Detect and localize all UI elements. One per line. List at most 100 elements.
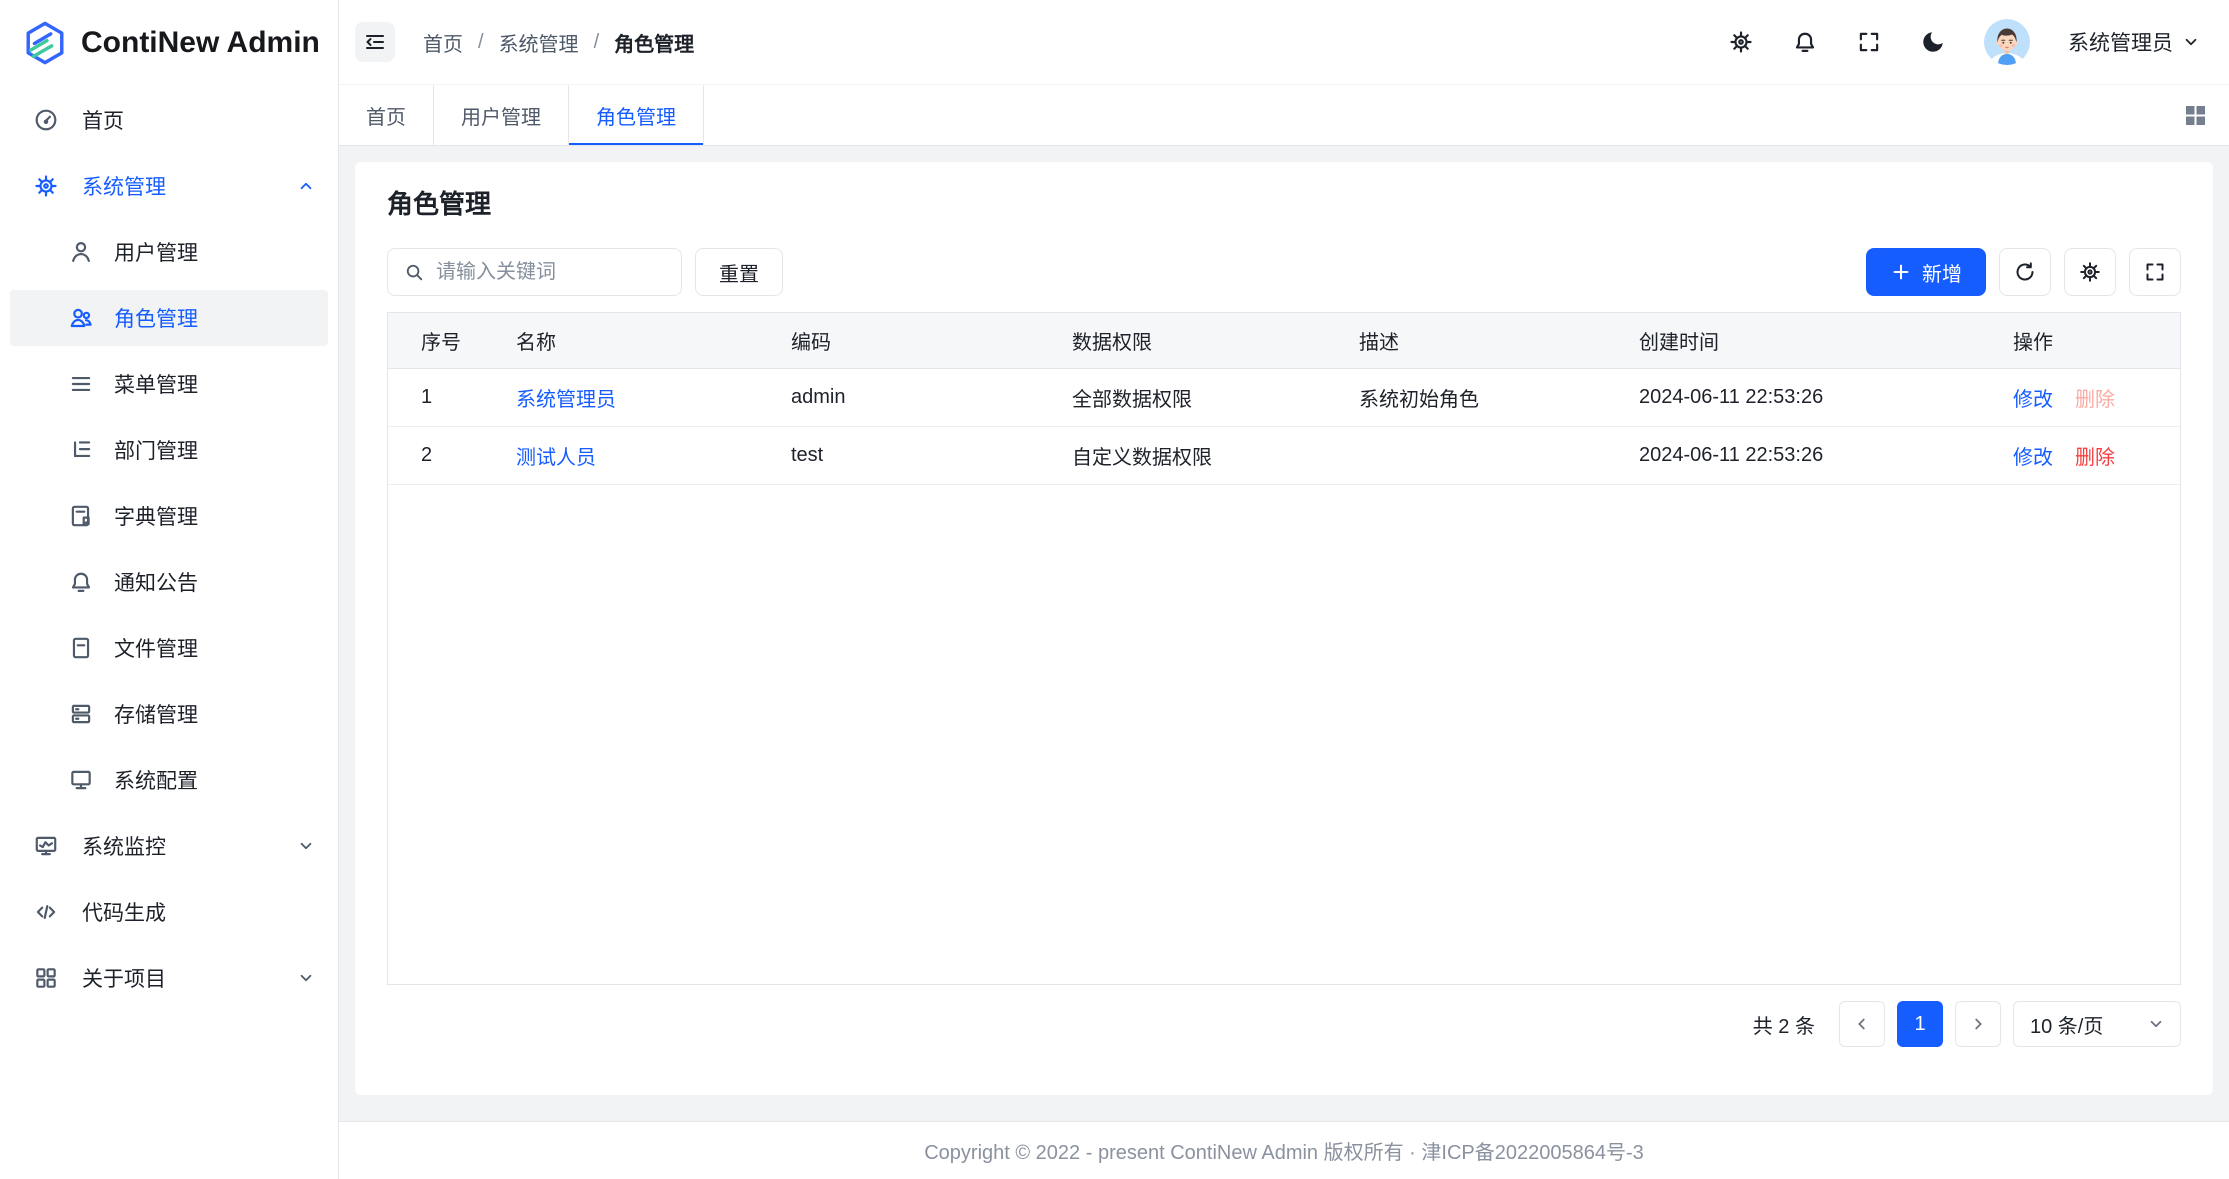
gear-icon	[2078, 260, 2102, 284]
tab-label: 首页	[366, 101, 406, 130]
tab-label: 用户管理	[461, 101, 541, 130]
tab-role-management[interactable]: 角色管理	[569, 85, 704, 145]
grid-icon	[33, 965, 59, 991]
sidebar-item-notice[interactable]: 通知公告	[10, 554, 328, 610]
breadcrumb-home[interactable]: 首页	[423, 28, 463, 57]
delete-link[interactable]: 删除	[2075, 441, 2115, 470]
search-input[interactable]	[436, 261, 666, 284]
next-page-button[interactable]	[1955, 1001, 2001, 1047]
column-header-code: 编码	[773, 313, 1054, 368]
monitor-icon	[68, 767, 94, 793]
dark-mode-moon-icon[interactable]	[1920, 29, 1946, 55]
page-number-button[interactable]: 1	[1897, 1001, 1943, 1047]
sidebar: ContiNew Admin 首页 系统管理	[0, 0, 339, 1179]
sidebar-collapse-button[interactable]	[355, 22, 395, 62]
cell-created: 2024-06-11 22:53:26	[1621, 368, 1995, 426]
role-name-link[interactable]: 系统管理员	[516, 389, 616, 411]
gear-icon	[33, 173, 59, 199]
topbar-actions: 系统管理员	[1728, 19, 2199, 65]
tab-home[interactable]: 首页	[339, 85, 434, 145]
sidebar-item-label: 系统配置	[114, 765, 314, 795]
footer: Copyright © 2022 - present ContiNew Admi…	[339, 1121, 2229, 1179]
page-title: 角色管理	[387, 188, 2181, 220]
table-fullscreen-button[interactable]	[2129, 248, 2181, 296]
refresh-button[interactable]	[1999, 248, 2051, 296]
breadcrumb-system-management[interactable]: 系统管理	[499, 28, 579, 57]
storage-icon	[68, 701, 94, 727]
breadcrumb-current: 角色管理	[614, 28, 694, 57]
column-header-created: 创建时间	[1621, 313, 1995, 368]
sidebar-item-system-management[interactable]: 系统管理	[10, 158, 328, 214]
chevron-down-icon	[2148, 1016, 2164, 1032]
sidebar-item-dept-management[interactable]: 部门管理	[10, 422, 328, 478]
chevron-left-icon	[1854, 1016, 1870, 1032]
sidebar-item-label: 部门管理	[114, 435, 314, 465]
sidebar-item-storage-management[interactable]: 存储管理	[10, 686, 328, 742]
notifications-bell-icon[interactable]	[1792, 29, 1818, 55]
cell-index: 2	[388, 426, 498, 484]
chevron-down-icon	[298, 838, 314, 854]
sidebar-menu: 首页 系统管理 用户管理	[0, 85, 338, 1006]
cell-index: 1	[388, 368, 498, 426]
sidebar-item-label: 文件管理	[114, 633, 314, 663]
dictionary-icon	[68, 503, 94, 529]
edit-link[interactable]: 修改	[2013, 441, 2053, 470]
column-settings-button[interactable]	[2064, 248, 2116, 296]
settings-icon[interactable]	[1728, 29, 1754, 55]
prev-page-button[interactable]	[1839, 1001, 1885, 1047]
sidebar-item-label: 代码生成	[82, 897, 314, 927]
column-header-name: 名称	[498, 313, 773, 368]
sidebar-item-about-project[interactable]: 关于项目	[10, 950, 328, 1006]
sidebar-item-system-config[interactable]: 系统配置	[10, 752, 328, 808]
chevron-right-icon	[1970, 1016, 1986, 1032]
sidebar-item-home[interactable]: 首页	[10, 92, 328, 148]
role-management-card: 角色管理 重置 新增	[355, 162, 2213, 1095]
column-header-scope: 数据权限	[1054, 313, 1341, 368]
sidebar-item-label: 系统管理	[82, 171, 275, 201]
roles-table: 序号 名称 编码 数据权限 描述 创建时间 操作 1 系统管理员	[387, 312, 2181, 985]
collapse-icon	[363, 30, 387, 54]
sidebar-item-role-management[interactable]: 角色管理	[10, 290, 328, 346]
role-name-link[interactable]: 测试人员	[516, 447, 596, 469]
content-area: 角色管理 重置 新增	[339, 146, 2229, 1121]
sidebar-item-dict-management[interactable]: 字典管理	[10, 488, 328, 544]
row-actions: 修改 删除	[2013, 383, 2162, 412]
user-menu[interactable]: 系统管理员	[2068, 27, 2199, 57]
tab-user-management[interactable]: 用户管理	[434, 85, 569, 145]
fullscreen-icon[interactable]	[1856, 29, 1882, 55]
add-button[interactable]: 新增	[1866, 248, 1986, 296]
sidebar-item-label: 角色管理	[114, 303, 314, 333]
user-avatar[interactable]	[1984, 19, 2030, 65]
cell-scope: 自定义数据权限	[1054, 426, 1341, 484]
sidebar-item-label: 字典管理	[114, 501, 314, 531]
cell-description	[1341, 426, 1621, 484]
sidebar-item-user-management[interactable]: 用户管理	[10, 224, 328, 280]
sidebar-item-label: 菜单管理	[114, 369, 314, 399]
sidebar-item-system-monitor[interactable]: 系统监控	[10, 818, 328, 874]
app-title: ContiNew Admin	[81, 26, 320, 60]
menu-lines-icon	[68, 371, 94, 397]
sidebar-item-label: 存储管理	[114, 699, 314, 729]
reset-button[interactable]: 重置	[695, 248, 783, 296]
page-size-value: 10 条/页	[2030, 1010, 2103, 1039]
dashboard-icon	[33, 107, 59, 133]
tab-list-grid-icon[interactable]	[2183, 103, 2207, 127]
breadcrumb-separator: /	[478, 31, 484, 54]
sidebar-item-label: 通知公告	[114, 567, 314, 597]
search-icon	[403, 261, 425, 283]
plus-icon	[1890, 261, 1912, 283]
sidebar-item-code-generation[interactable]: 代码生成	[10, 884, 328, 940]
edit-link[interactable]: 修改	[2013, 383, 2053, 412]
file-icon	[68, 635, 94, 661]
tab-bar: 首页 用户管理 角色管理	[339, 85, 2229, 146]
column-header-actions: 操作	[1995, 313, 2180, 368]
main-area: 首页 / 系统管理 / 角色管理	[339, 0, 2229, 1179]
sidebar-item-file-management[interactable]: 文件管理	[10, 620, 328, 676]
page-size-select[interactable]: 10 条/页	[2013, 1001, 2181, 1047]
table-row: 1 系统管理员 admin 全部数据权限 系统初始角色 2024-06-11 2…	[388, 368, 2180, 426]
fullscreen-icon	[2143, 260, 2167, 284]
cell-created: 2024-06-11 22:53:26	[1621, 426, 1995, 484]
app-logo[interactable]: ContiNew Admin	[0, 0, 338, 85]
tab-label: 角色管理	[596, 101, 676, 130]
sidebar-item-menu-management[interactable]: 菜单管理	[10, 356, 328, 412]
